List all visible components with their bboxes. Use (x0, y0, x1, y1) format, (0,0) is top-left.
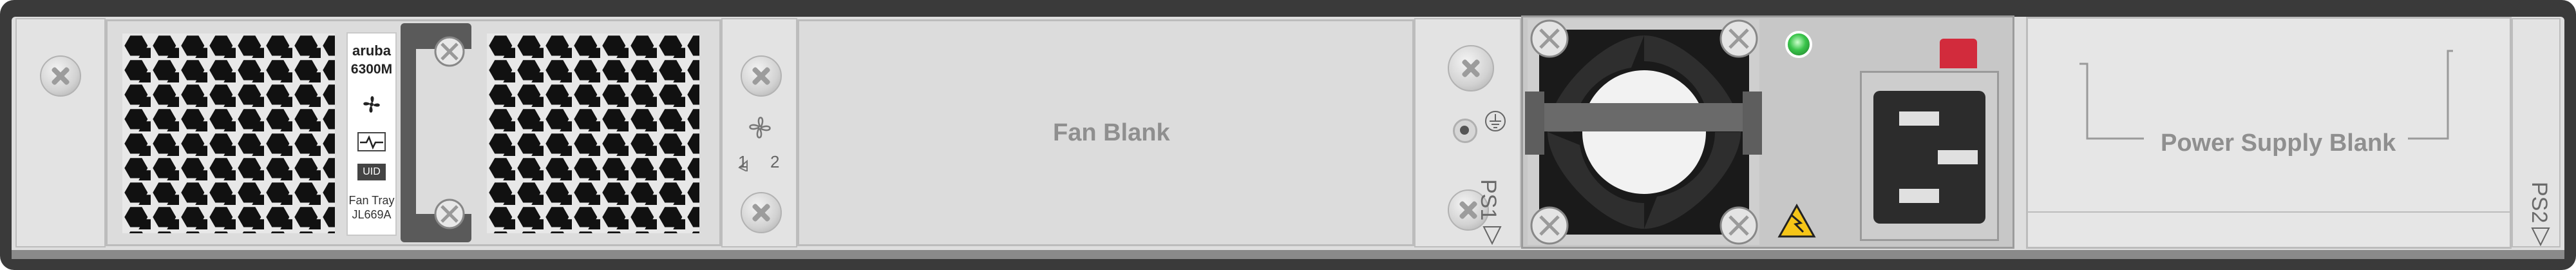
fan-tray-label-card: aruba 6300M UID Fan Tray JL669A (346, 32, 397, 236)
fan-bay-label-1: 1 (738, 152, 748, 171)
brand-logo-text: aruba (352, 43, 391, 59)
slot-arrow-icon (1482, 226, 1502, 245)
screw-icon (40, 55, 81, 97)
psu-fan-assembly (1525, 19, 1762, 245)
screw-icon (741, 55, 782, 97)
ground-icon (1484, 110, 1507, 136)
uid-indicator[interactable]: UID (357, 164, 386, 180)
ps1-bay-ear: PS1 (1414, 18, 1521, 247)
power-inlet-icon[interactable] (1860, 71, 1999, 241)
ground-stud (1453, 119, 1477, 143)
power-inlet-socket (1873, 91, 1985, 224)
screw-icon (1448, 45, 1494, 92)
fan-bay-label-2: 2 (770, 152, 780, 171)
psu-release-tab[interactable] (1940, 39, 1977, 68)
power-supply-blank[interactable]: Power Supply Blank (2026, 17, 2512, 249)
left-mounting-ear (15, 18, 106, 247)
switch-rear-panel: aruba 6300M UID Fan Tray JL669A 1 2 Fan … (0, 0, 2576, 270)
fan-tray-handle[interactable] (401, 23, 471, 242)
bottom-rail (12, 250, 2564, 259)
ps2-slot-label: PS2 (2527, 182, 2552, 224)
psu-status-led (1785, 31, 1812, 58)
psu-blank-label: Power Supply Blank (2161, 130, 2396, 157)
slot-arrow-icon (2531, 227, 2550, 246)
fan-grille-left (122, 34, 335, 233)
fan-icon (348, 92, 395, 121)
fan-blank-panel[interactable]: Fan Blank (797, 19, 1414, 246)
ps1-slot-label: PS1 (1476, 179, 1501, 221)
model-number: 6300M (350, 62, 393, 77)
heartbeat-icon (348, 132, 395, 155)
part-number: JL669A (352, 208, 392, 221)
fan-grille-right (487, 34, 699, 233)
screw-icon (741, 192, 782, 233)
fan-blank-label: Fan Blank (1053, 119, 1170, 146)
warning-icon (1777, 204, 1816, 238)
tray-name: Fan Tray (348, 194, 395, 207)
fan-bay-divider: 1 2 (721, 18, 797, 247)
ps2-bay-ear: PS2 (2512, 18, 2561, 247)
